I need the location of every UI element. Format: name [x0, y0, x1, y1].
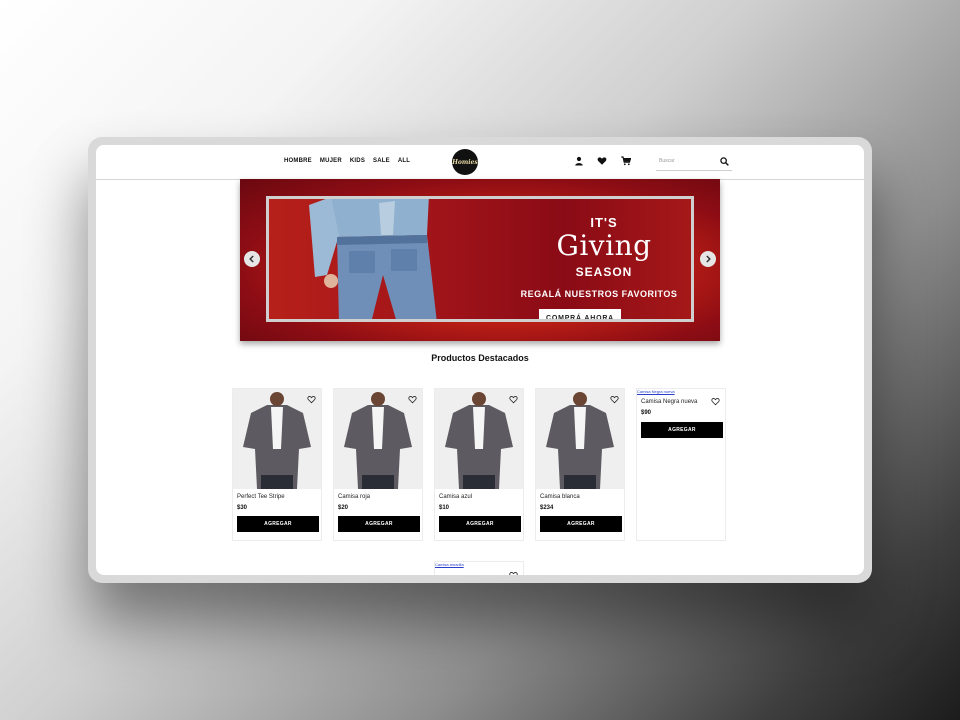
cart-icon[interactable]: [621, 156, 631, 166]
search-bar: [656, 153, 732, 171]
product-name: Perfect Tee Stripe: [237, 494, 285, 500]
banner-cta-button[interactable]: COMPRÁ AHORA: [539, 309, 621, 319]
product-name: Camisa azul: [439, 494, 473, 500]
product-card[interactable]: Camisa Negra nueva Camisa Negra nueva $9…: [636, 388, 726, 541]
carousel-next-button[interactable]: [700, 251, 716, 267]
banner-line-2: Giving: [556, 229, 652, 262]
carousel-prev-button[interactable]: [244, 251, 260, 267]
product-card[interactable]: Camisa amarilla: [434, 561, 524, 575]
product-photo: [233, 389, 321, 489]
nav-item-kids[interactable]: KIDS: [350, 158, 365, 164]
product-photo: [536, 389, 624, 489]
broken-image-alt[interactable]: Camisa Negra nueva: [637, 389, 675, 394]
heart-outline-icon[interactable]: [610, 395, 619, 404]
product-image[interactable]: [435, 389, 523, 489]
banner-model-image: [309, 199, 437, 319]
add-to-cart-button[interactable]: AGREGAR: [641, 422, 723, 438]
nav-item-sale[interactable]: SALE: [373, 158, 390, 164]
main-nav: HOMBRE MUJER KIDS SALE ALL: [284, 158, 418, 164]
search-input[interactable]: [659, 156, 717, 166]
logo-text: Homies: [452, 158, 478, 166]
product-price: $30: [237, 505, 248, 511]
heart-outline-icon[interactable]: [509, 395, 518, 404]
heart-outline-icon[interactable]: [307, 395, 316, 404]
product-price: $234: [540, 505, 554, 511]
chevron-right-icon: [706, 255, 711, 263]
product-image[interactable]: [536, 389, 624, 489]
product-price: $20: [338, 505, 349, 511]
product-card[interactable]: Camisa roja $20 AGREGAR: [333, 388, 423, 541]
site-logo[interactable]: Homies: [452, 149, 478, 175]
nav-item-hombre[interactable]: HOMBRE: [284, 158, 312, 164]
browser-frame: HOMBRE MUJER KIDS SALE ALL Homies Buscar…: [88, 137, 872, 583]
product-card[interactable]: Perfect Tee Stripe $30 AGREGAR: [232, 388, 322, 541]
nav-item-all[interactable]: ALL: [398, 158, 410, 164]
product-price: $10: [439, 505, 450, 511]
nav-item-mujer[interactable]: MUJER: [320, 158, 342, 164]
user-icon[interactable]: [574, 156, 584, 166]
banner-line-3: SEASON: [575, 265, 633, 279]
hero-banner: IT'S Giving SEASON REGALÁ NUESTROS FAVOR…: [240, 179, 720, 341]
search-icon[interactable]: [720, 157, 729, 166]
heart-outline-icon[interactable]: [711, 397, 720, 406]
product-name: Camisa blanca: [540, 494, 580, 500]
product-card[interactable]: Camisa blanca $234 AGREGAR: [535, 388, 625, 541]
product-price: $90: [641, 410, 652, 416]
hero-banner-frame: IT'S Giving SEASON REGALÁ NUESTROS FAVOR…: [266, 196, 694, 322]
heart-outline-icon[interactable]: [509, 571, 518, 575]
product-photo: [334, 389, 422, 489]
section-title: Productos Destacados: [431, 353, 529, 363]
add-to-cart-button[interactable]: AGREGAR: [338, 516, 420, 532]
site-header: HOMBRE MUJER KIDS SALE ALL Homies: [96, 145, 864, 180]
banner-tagline: REGALÁ NUESTROS FAVORITOS: [520, 289, 678, 299]
product-photo: [435, 389, 523, 489]
page-viewport: HOMBRE MUJER KIDS SALE ALL Homies Buscar…: [96, 145, 864, 575]
product-name: Camisa Negra nueva: [641, 399, 698, 405]
banner-line-1: IT'S: [590, 215, 618, 230]
add-to-cart-button[interactable]: AGREGAR: [237, 516, 319, 532]
broken-image-alt[interactable]: Camisa amarilla: [435, 562, 464, 567]
heart-icon[interactable]: [597, 156, 607, 166]
product-name: Camisa roja: [338, 494, 371, 500]
product-card[interactable]: Camisa azul $10 AGREGAR: [434, 388, 524, 541]
heart-outline-icon[interactable]: [408, 395, 417, 404]
add-to-cart-button[interactable]: AGREGAR: [540, 516, 622, 532]
add-to-cart-button[interactable]: AGREGAR: [439, 516, 521, 532]
product-image[interactable]: [233, 389, 321, 489]
chevron-left-icon: [249, 255, 254, 263]
product-image[interactable]: [334, 389, 422, 489]
